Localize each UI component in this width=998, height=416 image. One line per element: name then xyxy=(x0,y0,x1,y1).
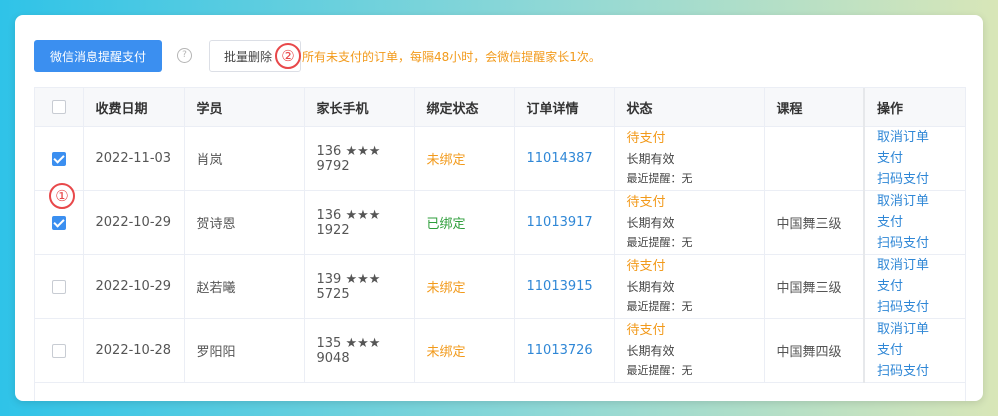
cancel-order-link[interactable]: 取消订单 xyxy=(877,194,929,209)
phone-cell: 136 ★★★ 1922 xyxy=(304,190,415,255)
annotation-marker-2: ② xyxy=(275,43,301,69)
order-cell: 11013915 xyxy=(514,254,615,319)
validity-text: 长期有效 xyxy=(626,151,675,166)
bind-status-cell: 已绑定 xyxy=(414,190,515,255)
date-cell: 2022-10-29 xyxy=(83,190,185,255)
last-reminder-text: 最近提醒：无 xyxy=(626,299,693,313)
payment-status: 待支付 xyxy=(626,258,666,274)
select-all-checkbox[interactable] xyxy=(51,100,66,114)
phone-cell: 139 ★★★ 5725 xyxy=(304,254,415,319)
scan-pay-link[interactable]: 扫码支付 xyxy=(877,364,929,379)
table-row: 2022-11-03 肖岚 136 ★★★ 9792 未绑定 11014387 待支付长期… xyxy=(35,126,965,191)
order-link[interactable]: 11013915 xyxy=(527,279,593,294)
header-course: 课程 xyxy=(764,88,865,127)
course-cell: 中国舞三级 xyxy=(764,190,865,255)
bind-status-cell: 未绑定 xyxy=(414,254,515,319)
row-checkbox[interactable] xyxy=(51,151,66,166)
status-cell: 待支付长期有效最近提醒：无 xyxy=(614,254,765,319)
wechat-reminder-pay-button[interactable]: 微信消息提醒支付 xyxy=(34,40,162,72)
cancel-order-link[interactable]: 取消订单 xyxy=(877,258,929,273)
header-date: 收费日期 xyxy=(83,88,185,127)
row-select-cell xyxy=(35,254,84,319)
order-link[interactable]: 11013917 xyxy=(527,215,593,230)
header-bind-status: 绑定状态 xyxy=(414,88,515,127)
bind-status-cell: 未绑定 xyxy=(414,318,515,383)
course-cell xyxy=(764,126,865,191)
table-header-row: 收费日期 学员 家长手机 绑定状态 订单详情 状态 课程 操作 xyxy=(35,88,965,127)
pay-link[interactable]: 支付 xyxy=(877,343,903,358)
date-cell: 2022-10-28 xyxy=(83,318,185,383)
table-row: 2022-10-28 罗阳阳 135 ★★★ 9048 未绑定 11013726 待支付长… xyxy=(35,318,965,383)
bind-status-cell: 未绑定 xyxy=(414,126,515,191)
scan-pay-link[interactable]: 扫码支付 xyxy=(877,172,929,187)
order-cell: 11013726 xyxy=(514,318,615,383)
actions-cell: 取消订单支付扫码支付 xyxy=(863,318,965,383)
actions-cell: 取消订单支付扫码支付 xyxy=(863,254,965,319)
status-cell: 待支付长期有效最近提醒：无 xyxy=(614,190,765,255)
order-cell: 11014387 xyxy=(514,126,615,191)
header-phone: 家长手机 xyxy=(304,88,415,127)
phone-cell: 136 ★★★ 9792 xyxy=(304,126,415,191)
scan-pay-link[interactable]: 扫码支付 xyxy=(877,236,929,251)
toolbar: 微信消息提醒支付 ? 批量删除 所有未支付的订单，每隔48小时，会微信提醒家长1… xyxy=(34,40,964,72)
actions-cell: 取消订单支付扫码支付 xyxy=(863,126,965,191)
table-row: 2022-10-29 赵若曦 139 ★★★ 5725 未绑定 11013915 待支付长… xyxy=(35,254,965,319)
orders-table: 收费日期 学员 家长手机 绑定状态 订单详情 状态 课程 操作 2022-11-… xyxy=(34,87,966,401)
last-reminder-text: 最近提醒：无 xyxy=(626,235,693,249)
order-link[interactable]: 11014387 xyxy=(527,151,593,166)
table-row: 2022-10-29 贺诗恩 136 ★★★ 1922 已绑定 11013917 待支付长… xyxy=(35,190,965,255)
payment-status: 待支付 xyxy=(626,130,666,146)
validity-text: 长期有效 xyxy=(626,343,675,358)
reminder-notice: 所有未支付的订单，每隔48小时，会微信提醒家长1次。 xyxy=(302,50,601,64)
row-checkbox[interactable] xyxy=(51,343,66,358)
cancel-order-link[interactable]: 取消订单 xyxy=(877,130,929,145)
order-cell: 11013917 xyxy=(514,190,615,255)
header-select-all xyxy=(35,88,84,127)
order-link[interactable]: 11013726 xyxy=(527,343,593,358)
row-select-cell xyxy=(35,318,84,383)
actions-cell: 取消订单支付扫码支付 xyxy=(863,190,965,255)
order-card: 微信消息提醒支付 ? 批量删除 所有未支付的订单，每隔48小时，会微信提醒家长1… xyxy=(15,15,983,401)
pay-link[interactable]: 支付 xyxy=(877,151,903,166)
date-cell: 2022-10-29 xyxy=(83,254,185,319)
course-cell: 中国舞三级 xyxy=(764,254,865,319)
student-cell: 肖岚 xyxy=(184,126,305,191)
status-cell: 待支付长期有效最近提醒：无 xyxy=(614,126,765,191)
header-order-detail: 订单详情 xyxy=(514,88,615,127)
last-reminder-text: 最近提醒：无 xyxy=(626,171,693,185)
pay-link[interactable]: 支付 xyxy=(877,279,903,294)
help-icon[interactable]: ? xyxy=(177,48,192,63)
row-checkbox[interactable] xyxy=(51,279,66,294)
cancel-order-link[interactable]: 取消订单 xyxy=(877,322,929,337)
header-actions: 操作 xyxy=(863,88,965,127)
validity-text: 长期有效 xyxy=(626,215,675,230)
student-cell: 贺诗恩 xyxy=(184,190,305,255)
pay-link[interactable]: 支付 xyxy=(877,215,903,230)
row-checkbox[interactable] xyxy=(51,215,66,230)
payment-status: 待支付 xyxy=(626,194,666,210)
student-cell: 罗阳阳 xyxy=(184,318,305,383)
last-reminder-text: 最近提醒：无 xyxy=(626,363,693,377)
validity-text: 长期有效 xyxy=(626,279,675,294)
date-cell: 2022-11-03 xyxy=(83,126,185,191)
scan-pay-link[interactable]: 扫码支付 xyxy=(877,300,929,315)
student-cell: 赵若曦 xyxy=(184,254,305,319)
payment-status: 待支付 xyxy=(626,322,666,338)
annotation-marker-1: ① xyxy=(49,183,75,209)
phone-cell: 135 ★★★ 9048 xyxy=(304,318,415,383)
row-select-cell xyxy=(35,126,84,191)
course-cell: 中国舞四级 xyxy=(764,318,865,383)
header-status: 状态 xyxy=(614,88,765,127)
status-cell: 待支付长期有效最近提醒：无 xyxy=(614,318,765,383)
header-student: 学员 xyxy=(184,88,305,127)
